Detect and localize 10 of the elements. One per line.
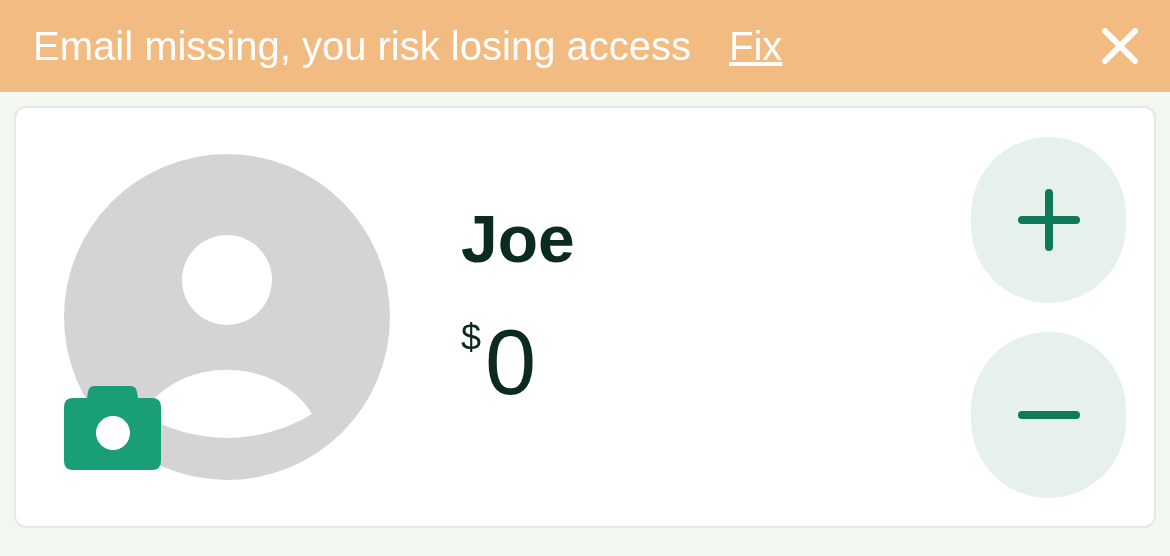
profile-name: Joe <box>461 206 576 272</box>
avatar-icon[interactable] <box>64 154 390 480</box>
balance-amount: 0 <box>485 316 537 408</box>
warning-message: Email missing, you risk losing access <box>33 23 691 70</box>
plus-icon <box>1017 188 1080 251</box>
camera-icon[interactable] <box>64 386 161 470</box>
fix-link[interactable]: Fix <box>729 16 783 76</box>
currency-symbol: $ <box>461 320 482 356</box>
minus-icon <box>1017 410 1080 419</box>
close-icon[interactable] <box>1102 28 1138 64</box>
